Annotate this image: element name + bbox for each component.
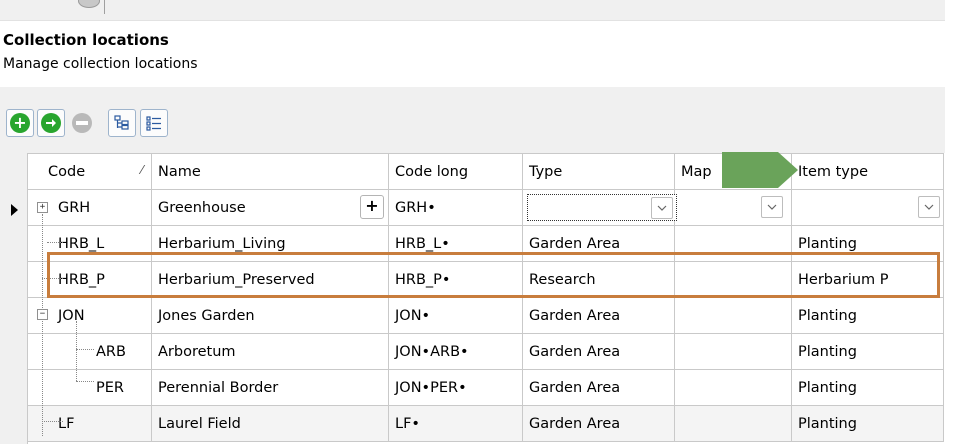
cell-name[interactable]: Greenhouse xyxy=(151,189,389,226)
cell-item-type[interactable]: Herbarium P xyxy=(791,261,944,298)
list-view-icon xyxy=(146,116,161,131)
locations-table: Code ⁄ Name Code long Type Map Item type… xyxy=(27,153,944,442)
collapse-minus-icon[interactable]: − xyxy=(37,309,48,320)
grid-toolbar: + xyxy=(0,100,945,140)
cell-name[interactable]: Jones Garden xyxy=(151,297,389,334)
cell-type[interactable]: Garden Area xyxy=(522,297,675,334)
cell-item-type[interactable]: Planting xyxy=(791,333,944,370)
item-type-dropdown-chevron-icon[interactable] xyxy=(918,196,940,218)
cell-code[interactable]: HRB_P xyxy=(27,261,152,298)
cell-map[interactable] xyxy=(674,405,792,442)
tree-connector-line xyxy=(42,278,63,279)
cell-name[interactable]: Perennial Border xyxy=(151,369,389,406)
next-button[interactable] xyxy=(37,109,65,137)
partial-toolbar-icon[interactable] xyxy=(78,0,100,8)
top-toolbar-strip xyxy=(0,0,945,21)
cell-type[interactable]: Garden Area xyxy=(522,369,675,406)
cell-code[interactable]: PER xyxy=(27,369,152,406)
grid-panel: + Code ⁄ Name Code long Type Map Item ty… xyxy=(0,87,945,444)
column-header-map[interactable]: Map xyxy=(674,153,792,190)
cell-type[interactable]: Garden Area xyxy=(522,405,675,442)
table-row[interactable]: HRB_L Herbarium_Living HRB_L• Garden Are… xyxy=(27,225,944,262)
cell-item-type[interactable]: Planting xyxy=(791,405,944,442)
cell-map[interactable] xyxy=(674,225,792,262)
cell-map[interactable] xyxy=(674,261,792,298)
cell-map[interactable] xyxy=(674,333,792,370)
cell-code[interactable]: LF xyxy=(27,405,152,442)
toolbar-separator xyxy=(104,0,105,14)
table-row[interactable]: LF Laurel Field LF• Garden Area Planting xyxy=(27,405,944,442)
cell-map[interactable] xyxy=(674,369,792,406)
remove-icon xyxy=(72,113,92,133)
cell-code-long[interactable]: JON• xyxy=(388,297,523,334)
table-row[interactable]: PER Perennial Border JON•PER• Garden Are… xyxy=(27,369,944,406)
column-header-code-long[interactable]: Code long xyxy=(388,153,523,190)
table-header-row: Code ⁄ Name Code long Type Map Item type xyxy=(27,153,944,190)
column-header-type-label: Type xyxy=(529,163,563,180)
tree-connector-line xyxy=(76,321,77,381)
cell-item-type[interactable]: Planting xyxy=(791,369,944,406)
cell-code-long[interactable]: JON•PER• xyxy=(388,369,523,406)
tree-connector-line xyxy=(47,242,63,243)
cell-type[interactable]: Research xyxy=(522,261,675,298)
cell-item-type[interactable]: Planting xyxy=(791,225,944,262)
cell-name[interactable]: Herbarium_Living xyxy=(151,225,389,262)
cell-code[interactable]: HRB_L xyxy=(27,225,152,262)
column-header-code-label: Code xyxy=(48,163,86,180)
cell-item-type[interactable]: Planting xyxy=(791,297,944,334)
column-header-code-long-label: Code long xyxy=(395,163,469,180)
table-row[interactable]: HRB_P Herbarium_Preserved HRB_P• Researc… xyxy=(27,261,944,298)
column-header-item-type[interactable]: Item type xyxy=(791,153,944,190)
column-header-name[interactable]: Name xyxy=(151,153,389,190)
tree-connector-line xyxy=(76,349,94,350)
current-row-pointer-icon xyxy=(11,204,18,216)
add-icon: + xyxy=(10,113,30,133)
cell-map[interactable] xyxy=(674,297,792,334)
column-header-map-label: Map xyxy=(681,163,712,180)
cell-code[interactable]: ARB xyxy=(27,333,152,370)
table-row[interactable]: JON Jones Garden JON• Garden Area Planti… xyxy=(27,297,944,334)
column-header-code[interactable]: Code ⁄ xyxy=(27,153,152,190)
cell-code-long[interactable]: GRH• xyxy=(388,189,523,226)
expand-plus-icon[interactable]: + xyxy=(37,202,48,213)
list-view-button[interactable] xyxy=(140,109,168,137)
tree-connector-line xyxy=(76,381,94,382)
map-dropdown-chevron-icon[interactable] xyxy=(761,196,783,218)
cell-code-long[interactable]: HRB_P• xyxy=(388,261,523,298)
sort-icon: ⁄ xyxy=(140,163,143,177)
column-header-item-type-label: Item type xyxy=(798,163,869,180)
add-button[interactable]: + xyxy=(6,109,34,137)
page-subtitle: Manage collection locations xyxy=(3,56,198,72)
cell-name[interactable]: Laurel Field xyxy=(151,405,389,442)
type-dropdown[interactable] xyxy=(527,194,677,221)
table-row[interactable]: GRH Greenhouse GRH• xyxy=(27,189,944,226)
table-row[interactable]: ARB Arboretum JON•ARB• Garden Area Plant… xyxy=(27,333,944,370)
chevron-down-icon xyxy=(651,197,673,219)
next-icon xyxy=(41,113,61,133)
cell-name[interactable]: Herbarium_Preserved xyxy=(151,261,389,298)
tree-connector-line xyxy=(42,421,63,422)
cell-type[interactable]: Garden Area xyxy=(522,225,675,262)
column-header-name-label: Name xyxy=(158,163,201,180)
cell-name[interactable]: Arboretum xyxy=(151,333,389,370)
column-header-type[interactable]: Type xyxy=(522,153,675,190)
tree-connector-line xyxy=(42,214,43,436)
page-title: Collection locations xyxy=(3,31,169,49)
tree-view-button[interactable] xyxy=(108,109,136,137)
tree-view-icon xyxy=(114,115,129,130)
remove-button[interactable] xyxy=(68,109,96,137)
cell-code-long[interactable]: LF• xyxy=(388,405,523,442)
add-child-button[interactable]: + xyxy=(360,195,384,219)
row-selector-column[interactable] xyxy=(0,153,28,444)
cell-type[interactable]: Garden Area xyxy=(522,333,675,370)
cell-code-long[interactable]: JON•ARB• xyxy=(388,333,523,370)
grid-table-area: Code ⁄ Name Code long Type Map Item type… xyxy=(0,153,945,444)
cell-code-long[interactable]: HRB_L• xyxy=(388,225,523,262)
